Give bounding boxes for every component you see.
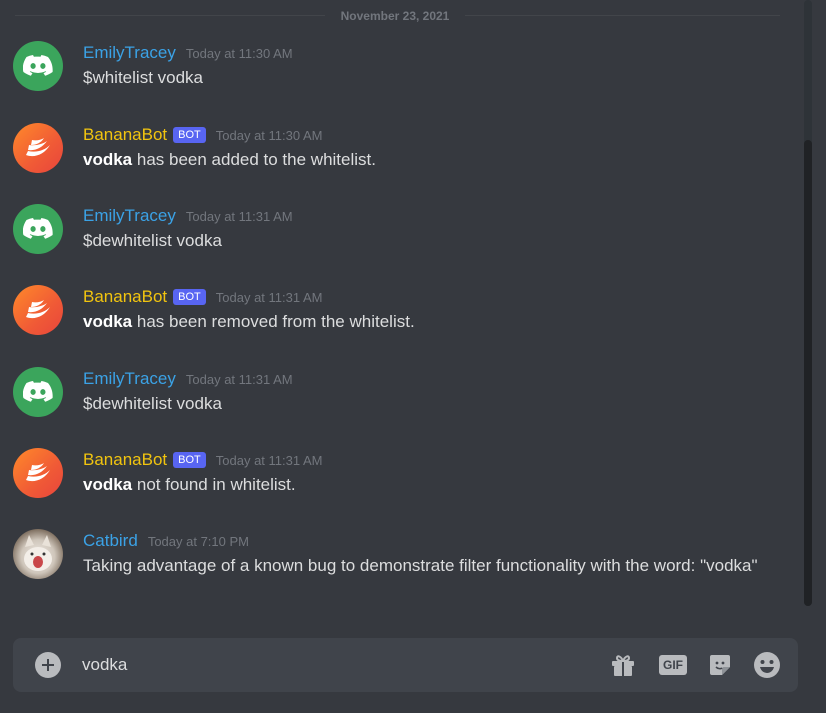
message-text: $dewhitelist vodka	[83, 394, 222, 413]
date-divider: November 23, 2021	[0, 6, 780, 26]
message-text: vodka not found in whitelist.	[83, 472, 763, 498]
timestamp: Today at 11:30 AM	[215, 127, 323, 143]
divider-date: November 23, 2021	[340, 9, 450, 23]
gif-icon[interactable]: GIF	[656, 651, 690, 679]
banana-icon	[26, 300, 50, 319]
banana-icon	[26, 138, 50, 157]
emoji-glyph	[754, 652, 780, 678]
message-bold: vodka	[83, 150, 133, 169]
sticker-glyph	[710, 655, 730, 675]
message-text: $whitelist vodka	[83, 68, 204, 87]
message-rest: not found in whitelist.	[132, 475, 296, 494]
discord-logo-icon	[23, 381, 53, 402]
message-text: vodka has been removed from the whitelis…	[83, 309, 763, 335]
username[interactable]: BananaBot	[83, 448, 167, 472]
add-attachment-icon[interactable]	[35, 652, 61, 678]
avatar[interactable]	[13, 367, 63, 417]
gif-label: GIF	[659, 655, 687, 675]
message-list: November 23, 2021 EmilyTracey Today at 1…	[0, 0, 800, 630]
message-composer: vodka GIF	[13, 638, 798, 692]
avatar[interactable]	[13, 204, 63, 254]
message-bold: vodka	[83, 475, 133, 494]
banana-icon	[26, 463, 50, 482]
avatar[interactable]	[13, 285, 63, 335]
discord-logo-icon	[23, 218, 53, 239]
sticker-icon[interactable]	[706, 651, 734, 679]
divider-line	[15, 15, 325, 16]
timestamp: Today at 11:31 AM	[185, 371, 293, 387]
message-text: Taking advantage of a known bug to demon…	[83, 556, 758, 575]
scrollbar-thumb[interactable]	[804, 140, 812, 606]
bot-badge: BOT	[173, 127, 206, 143]
message-rest: has been removed from the whitelist.	[132, 312, 415, 331]
divider-line	[465, 15, 780, 16]
message-text: vodka has been added to the whitelist.	[83, 147, 763, 173]
gift-glyph	[612, 655, 634, 676]
emoji-icon[interactable]	[753, 651, 781, 679]
timestamp: Today at 11:31 AM	[215, 289, 323, 305]
gift-icon[interactable]	[609, 651, 637, 679]
avatar[interactable]	[13, 41, 63, 91]
avatar[interactable]	[13, 123, 63, 173]
message-bold: vodka	[83, 312, 133, 331]
avatar[interactable]	[13, 529, 63, 579]
username[interactable]: Catbird	[83, 529, 138, 553]
timestamp: Today at 11:31 AM	[215, 452, 323, 468]
timestamp: Today at 7:10 PM	[147, 533, 249, 549]
message-input[interactable]: vodka	[82, 638, 582, 692]
discord-logo-icon	[23, 55, 53, 76]
timestamp: Today at 11:30 AM	[185, 45, 293, 61]
username[interactable]: BananaBot	[83, 123, 167, 147]
username[interactable]: EmilyTracey	[83, 204, 176, 228]
avatar[interactable]	[13, 448, 63, 498]
bot-badge: BOT	[173, 452, 206, 468]
username[interactable]: BananaBot	[83, 285, 167, 309]
cat-photo-icon	[24, 535, 52, 571]
message-rest: has been added to the whitelist.	[132, 150, 376, 169]
timestamp: Today at 11:31 AM	[185, 208, 293, 224]
plus-glyph	[42, 659, 54, 671]
username[interactable]: EmilyTracey	[83, 367, 176, 391]
message-text: $dewhitelist vodka	[83, 231, 222, 250]
username[interactable]: EmilyTracey	[83, 41, 176, 65]
bot-badge: BOT	[173, 289, 206, 305]
